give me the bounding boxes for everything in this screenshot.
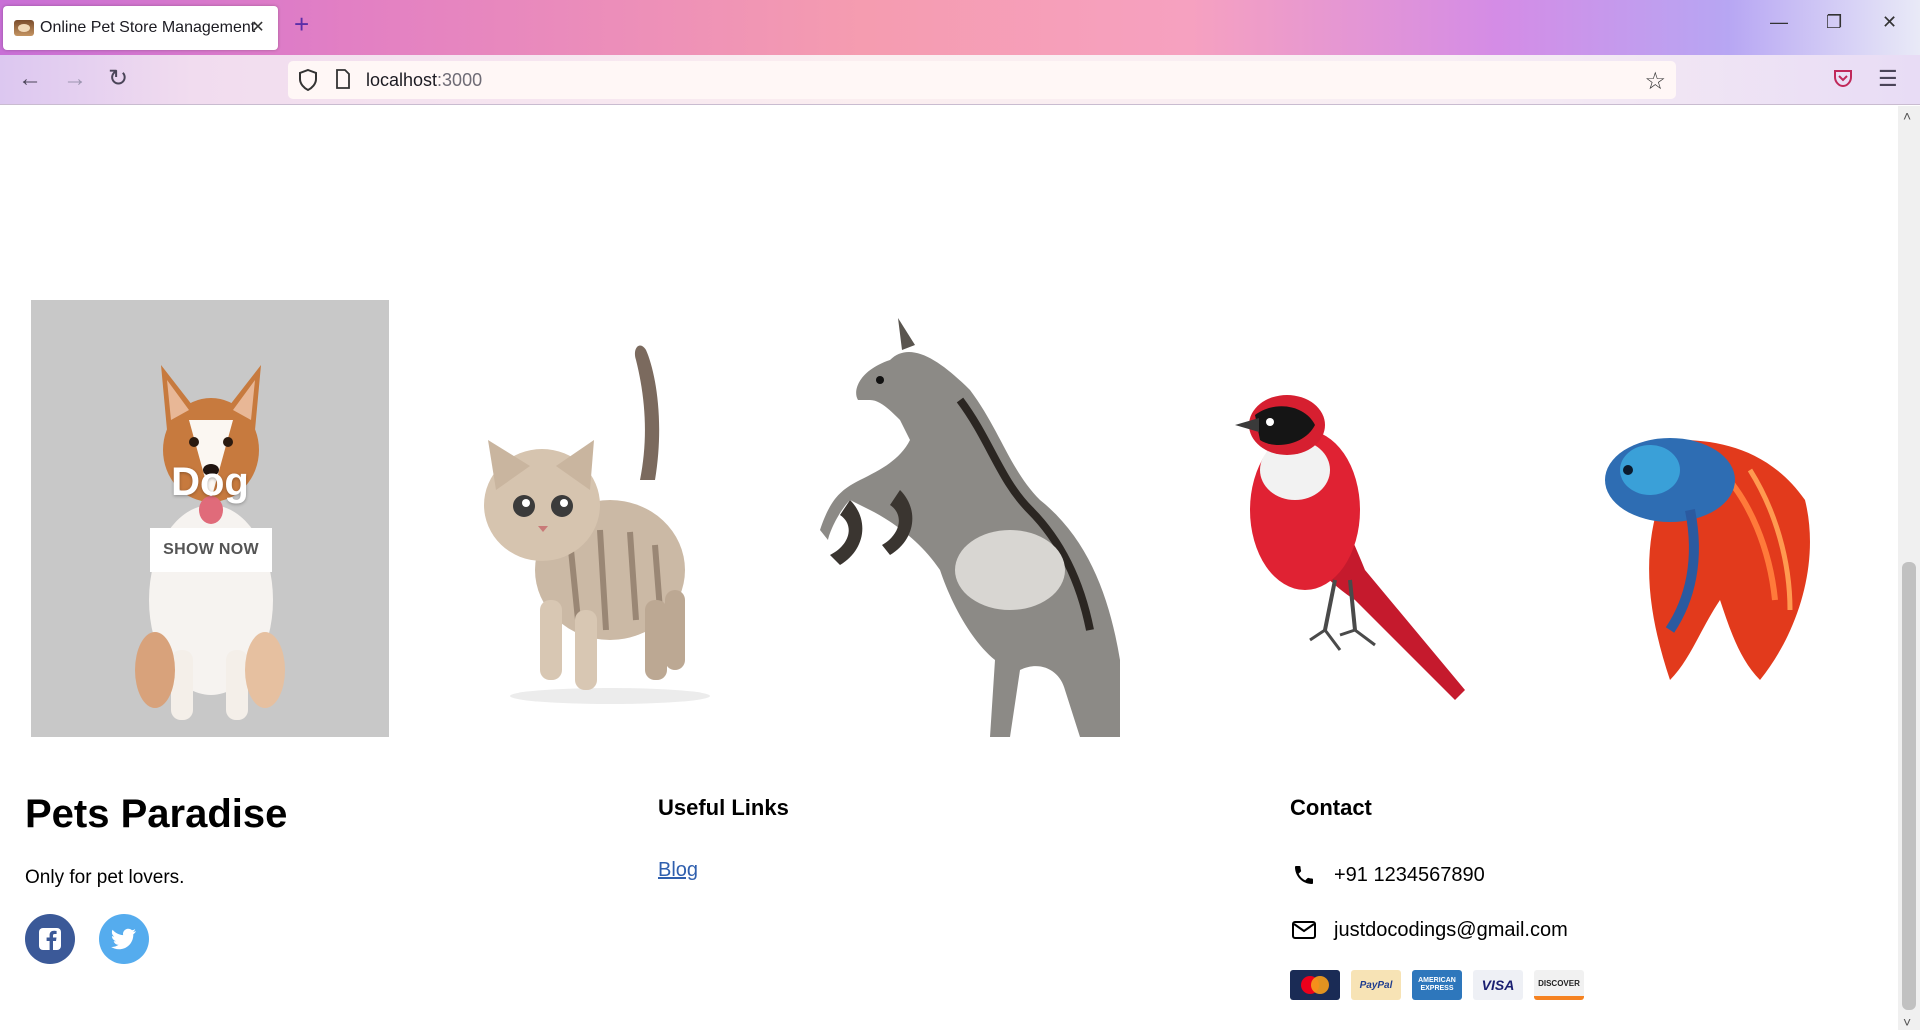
tab-title: Online Pet Store Management <box>40 19 256 36</box>
scroll-down-icon[interactable]: ˅ <box>1903 1014 1911 1030</box>
visa-icon: VISA <box>1473 970 1523 1000</box>
show-now-button[interactable]: SHOW NOW <box>150 528 272 572</box>
close-tab-icon[interactable]: ✕ <box>248 17 268 37</box>
discover-icon: DISCOVER <box>1534 970 1584 1000</box>
footer-brand-title: Pets Paradise <box>25 792 288 836</box>
useful-links-heading: Useful Links <box>658 795 789 820</box>
card-title: Dog <box>171 460 249 504</box>
bookmark-star-icon[interactable]: ☆ <box>1644 67 1666 96</box>
contact-phone: +91 1234567890 <box>1290 861 1485 889</box>
scroll-up-icon[interactable]: ˄ <box>1903 108 1911 124</box>
page-content: Dog SHOW NOW Pets Paradise Only for pet … <box>0 106 1898 1030</box>
blog-link[interactable]: Blog <box>658 859 698 882</box>
contact-heading: Contact <box>1290 795 1372 820</box>
scroll-thumb[interactable] <box>1902 562 1916 1010</box>
phone-icon <box>1290 861 1318 889</box>
contact-email: justdocodings@gmail.com <box>1290 916 1568 944</box>
back-arrow-icon[interactable]: ← <box>18 67 42 91</box>
pet-store-favicon-icon <box>14 20 34 36</box>
vertical-scrollbar[interactable]: ˄ ˅ <box>1898 106 1920 1030</box>
twitter-icon[interactable] <box>99 914 149 964</box>
hamburger-menu-icon[interactable]: ☰ <box>1878 66 1898 92</box>
pocket-icon[interactable] <box>1833 68 1853 88</box>
browser-tab[interactable]: Online Pet Store Management ✕ <box>3 6 278 50</box>
dog-card[interactable]: Dog SHOW NOW <box>31 300 389 737</box>
forward-arrow-icon[interactable]: → <box>63 67 87 91</box>
cat-image[interactable] <box>460 300 730 737</box>
email-address[interactable]: justdocodings@gmail.com <box>1334 919 1568 942</box>
minimize-window-icon[interactable]: — <box>1770 12 1788 33</box>
restore-window-icon[interactable]: ❐ <box>1826 12 1842 33</box>
navigation-toolbar: ← → ↻ localhost:3000 ☆ ☰ <box>0 55 1920 105</box>
phone-number[interactable]: +91 1234567890 <box>1334 864 1485 887</box>
url-text[interactable]: localhost:3000 <box>366 70 482 91</box>
tab-bar: Online Pet Store Management ✕ + — ❐ ✕ <box>0 0 1920 55</box>
mastercard-icon <box>1290 970 1340 1000</box>
fish-image[interactable] <box>1600 300 1830 737</box>
bird-image[interactable] <box>1215 300 1475 737</box>
footer-tagline: Only for pet lovers. <box>25 867 185 888</box>
reload-icon[interactable]: ↻ <box>108 67 128 91</box>
paypal-icon: PayPal <box>1351 970 1401 1000</box>
close-window-icon[interactable]: ✕ <box>1882 12 1897 33</box>
facebook-icon[interactable] <box>25 914 75 964</box>
amex-icon: AMERICAN EXPRESS <box>1412 970 1462 1000</box>
address-bar[interactable]: localhost:3000 ☆ <box>288 61 1676 99</box>
horse-image[interactable] <box>810 300 1130 737</box>
mail-icon <box>1290 916 1318 944</box>
shield-icon[interactable] <box>298 69 318 91</box>
page-icon[interactable] <box>335 69 351 89</box>
new-tab-button[interactable]: + <box>294 11 309 37</box>
